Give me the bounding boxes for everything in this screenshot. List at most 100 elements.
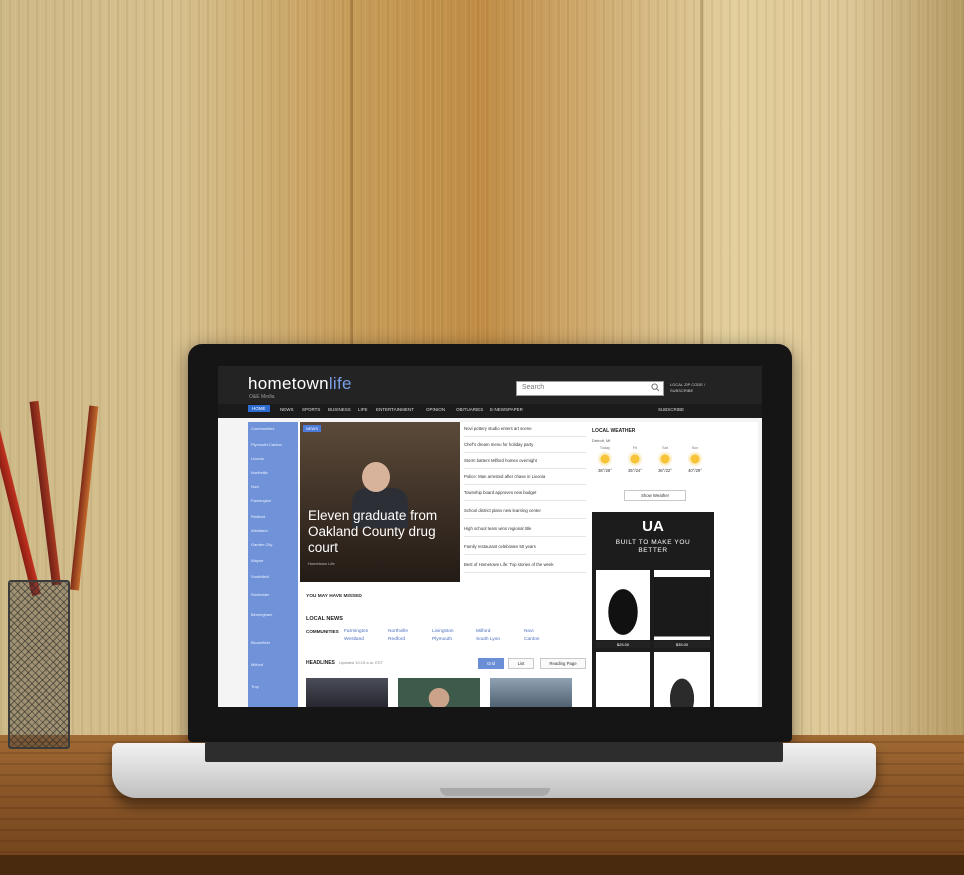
logo-accent-text: life <box>328 374 352 393</box>
sidebar-item[interactable]: Bloomfield <box>251 640 295 645</box>
story-thumbnail[interactable] <box>398 678 480 707</box>
sidebar-item[interactable]: Troy <box>251 684 295 689</box>
sidebar-item[interactable]: Farmington <box>251 498 295 503</box>
advertisement[interactable]: UA BUILT TO MAKE YOU BETTER $25.00 $35.0… <box>592 512 714 707</box>
community-link[interactable]: Redford <box>388 637 405 642</box>
weather-location: Detroit, MI <box>592 438 611 443</box>
sidebar-item[interactable]: Westland <box>251 528 295 533</box>
story-thumbnail[interactable] <box>490 678 572 707</box>
nav-item-business[interactable]: BUSINESS <box>328 407 351 412</box>
ad-product-cap[interactable] <box>596 570 650 640</box>
headline-link[interactable]: Storm batters Milford homes overnight <box>464 454 586 469</box>
nav-item-obituaries[interactable]: OBITUARIES <box>456 407 483 412</box>
community-link[interactable]: Livingston <box>432 629 454 634</box>
laptop-keyboard <box>205 742 783 762</box>
headline-link[interactable]: Family restaurant celebrates 50 years <box>464 540 586 555</box>
search-placeholder: Search <box>522 384 545 391</box>
pencil-cup <box>8 580 70 749</box>
hero-meta: Hometown Life <box>308 561 335 566</box>
weather-day-label: Sun <box>691 446 699 450</box>
weather-day: Sun 40°/29° <box>682 446 708 473</box>
headline-link[interactable]: Police: Man arrested after chase in Livo… <box>464 470 586 485</box>
weather-heading: LOCAL WEATHER <box>592 428 636 434</box>
sidebar-item[interactable]: Communities <box>251 426 295 431</box>
sidebar-item[interactable]: Plymouth-Canton <box>251 442 295 447</box>
community-link[interactable]: Farmington <box>344 629 368 634</box>
show-weather-button[interactable]: Show Weather <box>624 490 686 501</box>
ad-product[interactable] <box>596 652 650 707</box>
sun-icon <box>658 452 672 466</box>
sidebar-item[interactable]: Birmingham <box>251 612 295 617</box>
headline-link[interactable]: School district plans new learning cente… <box>464 504 586 519</box>
weather-day-label: Fri <box>632 446 638 450</box>
sidebar-item[interactable]: Livonia <box>251 456 295 461</box>
header-promo[interactable]: LOCAL ZIP CODE / SUBSCRIBE <box>670 382 720 394</box>
community-link[interactable]: Milford <box>476 629 490 634</box>
weather-day-label: Sat <box>662 446 668 450</box>
ad-product-shirt[interactable] <box>654 570 710 640</box>
nav-item-home[interactable]: HOME <box>248 405 270 412</box>
grid-view-button[interactable]: Grid <box>478 658 504 669</box>
community-link[interactable]: Northville <box>388 629 408 634</box>
sidebar-item[interactable]: Redford <box>251 514 295 519</box>
hero-story[interactable]: NEWS Eleven graduate from Oakland County… <box>300 422 460 582</box>
story-thumbnail[interactable] <box>306 678 388 707</box>
headline-link[interactable]: Township board approves new budget <box>464 486 586 501</box>
community-sidebar: Communities Plymouth-Canton Livonia Nort… <box>248 422 298 707</box>
search-icon[interactable] <box>651 383 660 392</box>
ad-tagline: BUILT TO MAKE YOU BETTER <box>615 539 691 554</box>
headline-link[interactable]: Best of Hometown Life: Top stories of th… <box>464 558 586 573</box>
community-link[interactable]: Canton <box>524 637 539 642</box>
community-link[interactable]: Novi <box>524 629 534 634</box>
sidebar-item[interactable]: Garden City <box>251 542 295 547</box>
ad-price: $35.00 <box>654 641 710 648</box>
ad-price: $25.00 <box>596 641 650 648</box>
list-view-button[interactable]: List <box>508 658 534 669</box>
sidebar-item[interactable]: Rochester <box>251 592 295 597</box>
weather-temp: 35°/24° <box>628 468 642 473</box>
weather-temp: 40°/29° <box>688 468 702 473</box>
hero-title[interactable]: Eleven graduate from Oakland County drug… <box>308 508 458 556</box>
section-label: YOU MAY HAVE MISSED <box>306 594 362 599</box>
laptop-notch <box>440 788 550 796</box>
nav-item-opinion[interactable]: OPINION <box>426 407 445 412</box>
ad-product[interactable] <box>654 652 710 707</box>
hero-badge: NEWS <box>303 425 321 432</box>
weather-day-label: Today <box>599 446 611 450</box>
main-nav: HOME NEWS SPORTS BUSINESS LIFE ENTERTAIN… <box>218 404 762 418</box>
logo-main-text: hometown <box>248 374 329 393</box>
headline-link[interactable]: Novi pottery studio enters art scene <box>464 422 586 437</box>
sidebar-item[interactable]: Wayne <box>251 558 295 563</box>
headlines-heading: HEADLINES <box>306 660 335 666</box>
sun-icon <box>598 452 612 466</box>
community-link[interactable]: Plymouth <box>432 637 452 642</box>
headline-link[interactable]: High school team wins regional title <box>464 522 586 537</box>
nav-item-enewspaper[interactable]: E-NEWSPAPER <box>490 407 523 412</box>
sidebar-item[interactable]: Southfield <box>251 574 295 579</box>
headline-link[interactable]: Chef’s dream menu for holiday party <box>464 438 586 453</box>
weather-temp: 36°/22° <box>658 468 672 473</box>
sun-icon <box>688 452 702 466</box>
communities-label: COMMUNITIES <box>306 629 339 634</box>
sidebar-item[interactable]: Northville <box>251 470 295 475</box>
nav-item-entertainment[interactable]: ENTERTAINMENT <box>376 407 414 412</box>
nav-item-news[interactable]: NEWS <box>280 407 294 412</box>
laptop-screen: hometownlife O&E Media Search LOCAL ZIP … <box>218 366 762 707</box>
nav-item-sports[interactable]: SPORTS <box>302 407 320 412</box>
sidebar-item[interactable]: Milford <box>251 662 295 667</box>
weather-temp: 38°/28° <box>598 468 612 473</box>
search-input[interactable]: Search <box>516 381 664 396</box>
hero-photo-head <box>362 462 390 492</box>
reading-page-button[interactable]: Reading Page <box>540 658 586 669</box>
updated-timestamp: Updated 10:15 a.m. EST <box>339 660 384 665</box>
nav-item-subscribe[interactable]: SUBSCRIBE <box>658 407 684 412</box>
site-header: hometownlife O&E Media Search LOCAL ZIP … <box>218 366 762 404</box>
weather-day: Sat 36°/22° <box>652 446 678 473</box>
community-link[interactable]: South Lyon <box>476 637 500 642</box>
community-link[interactable]: Westland <box>344 637 364 642</box>
sidebar-item[interactable]: Novi <box>251 484 295 489</box>
local-news-heading: LOCAL NEWS <box>306 616 343 622</box>
weather-day: Today 38°/28° <box>592 446 618 473</box>
site-logo[interactable]: hometownlife <box>248 374 352 394</box>
nav-item-life[interactable]: LIFE <box>358 407 368 412</box>
